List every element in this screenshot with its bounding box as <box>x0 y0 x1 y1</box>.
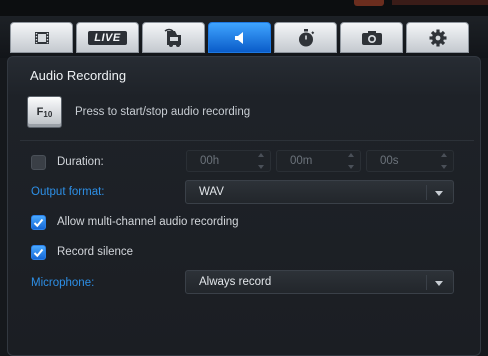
tab-screenshot[interactable] <box>340 22 403 53</box>
tab-timer[interactable] <box>274 22 337 53</box>
camera-icon <box>361 30 382 45</box>
live-icon: LIVE <box>88 30 127 45</box>
output-format-dropdown[interactable]: WAV <box>185 180 454 204</box>
tab-live[interactable]: LIVE <box>76 22 139 53</box>
game-icon <box>164 28 181 47</box>
section-title: Audio Recording <box>30 68 127 83</box>
duration-hours-spinner[interactable]: 00h <box>186 150 271 172</box>
speaker-icon <box>234 31 243 44</box>
divider <box>20 140 474 141</box>
microphone-label: Microphone: <box>31 277 95 289</box>
multichannel-label: Allow multi-channel audio recording <box>57 216 239 228</box>
title-decoration <box>354 0 384 6</box>
duration-seconds-spinner[interactable]: 00s <box>366 150 454 172</box>
dropdown-divider <box>426 185 427 200</box>
tab-audio[interactable] <box>208 22 271 53</box>
duration-seconds-value: 00s <box>380 155 399 167</box>
spinner-arrows-icon[interactable] <box>256 153 266 169</box>
spinner-arrows-icon[interactable] <box>346 153 356 169</box>
output-format-value: WAV <box>199 186 224 198</box>
tab-bar: LIVE <box>0 16 488 58</box>
spinner-arrows-icon[interactable] <box>439 153 449 169</box>
tab-settings[interactable] <box>406 22 469 53</box>
tab-video[interactable] <box>10 22 73 53</box>
hotkey-hint: Press to start/stop audio recording <box>75 106 251 118</box>
multichannel-checkbox[interactable] <box>31 215 46 230</box>
hotkey-key-number: 10 <box>43 109 53 119</box>
gear-icon <box>429 29 446 46</box>
checkmark-icon <box>33 248 44 257</box>
duration-checkbox[interactable] <box>31 155 46 170</box>
film-icon <box>34 31 49 44</box>
microphone-value: Always record <box>199 276 272 288</box>
duration-minutes-spinner[interactable]: 00m <box>276 150 361 172</box>
microphone-dropdown[interactable]: Always record <box>185 270 454 294</box>
tab-game[interactable] <box>142 22 205 53</box>
record-silence-checkbox[interactable] <box>31 245 46 260</box>
hotkey-button[interactable]: F 10 <box>27 96 62 128</box>
title-decoration-right <box>392 0 488 5</box>
chevron-down-icon <box>435 191 443 196</box>
chevron-down-icon <box>435 281 443 286</box>
record-silence-label: Record silence <box>57 246 134 258</box>
settings-panel <box>7 56 481 356</box>
checkmark-icon <box>33 218 44 227</box>
duration-minutes-value: 00m <box>290 155 313 167</box>
duration-hours-value: 00h <box>200 155 220 167</box>
output-format-label: Output format: <box>31 186 105 198</box>
hotkey-key: F <box>36 106 44 118</box>
duration-label: Duration: <box>57 156 104 168</box>
dropdown-divider <box>426 275 427 290</box>
stopwatch-icon <box>298 28 314 46</box>
